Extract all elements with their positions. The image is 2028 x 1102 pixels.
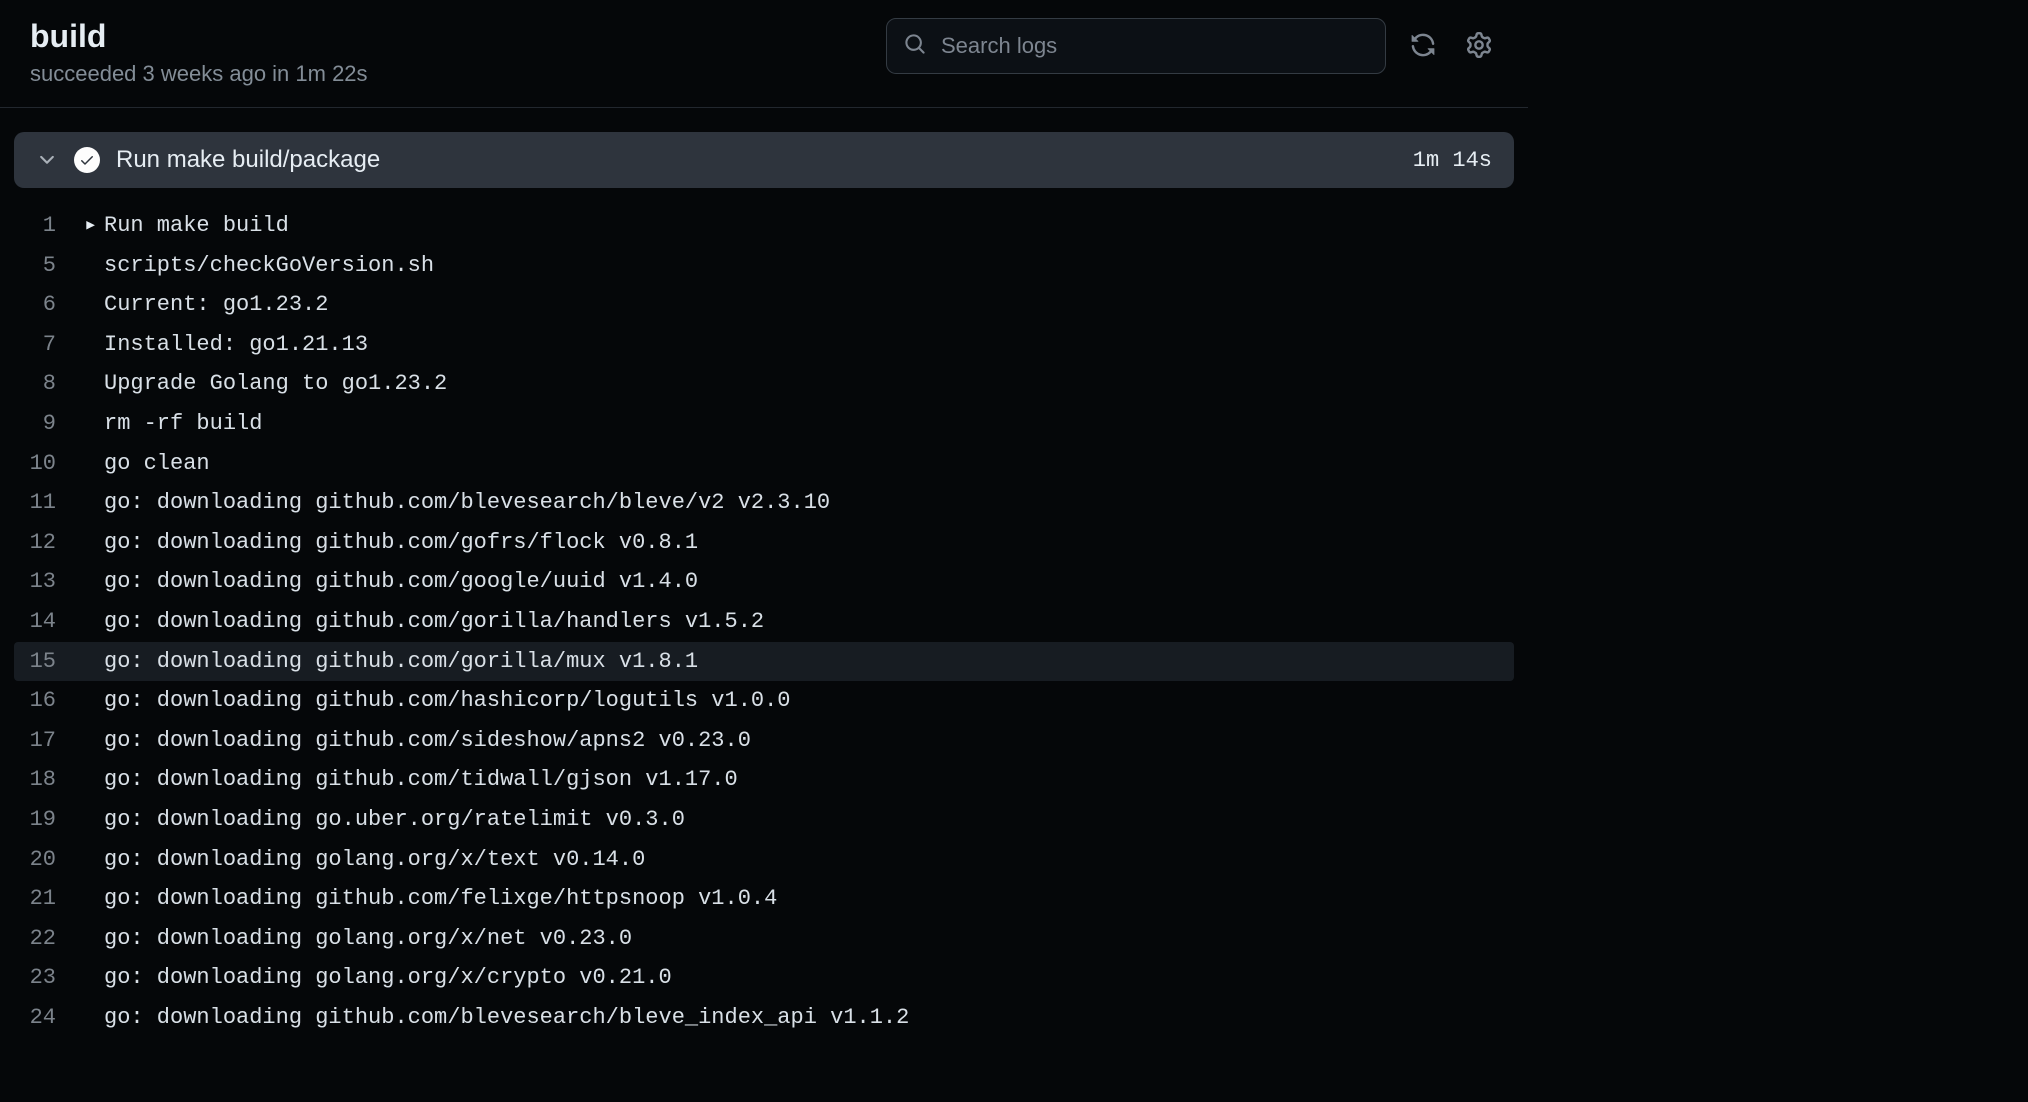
log-line[interactable]: 1▸Run make build (14, 206, 1514, 246)
page-subtitle: succeeded 3 weeks ago in 1m 22s (30, 61, 368, 87)
log-line[interactable]: 21 go: downloading github.com/felixge/htt… (14, 879, 1514, 919)
header-right (886, 18, 1498, 74)
page-title: build (30, 18, 368, 55)
log-line[interactable]: 8 Upgrade Golang to go1.23.2 (14, 364, 1514, 404)
line-number: 5 (14, 246, 84, 286)
log-text: go: downloading github.com/blevesearch/b… (104, 998, 909, 1038)
log-text: go: downloading github.com/felixge/https… (104, 879, 777, 919)
line-number: 6 (14, 285, 84, 325)
log-text: go: downloading github.com/gofrs/flock v… (104, 523, 698, 563)
log-text: go: downloading github.com/gorilla/handl… (104, 602, 764, 642)
line-number: 23 (14, 958, 84, 998)
header-left: build succeeded 3 weeks ago in 1m 22s (30, 18, 368, 87)
log-text: go: downloading golang.org/x/text v0.14.… (104, 840, 645, 880)
step-title: Run make build/package (116, 146, 1397, 174)
log-text: scripts/checkGoVersion.sh (104, 246, 434, 286)
search-input[interactable] (886, 18, 1386, 74)
chevron-down-icon (36, 149, 58, 171)
log-line[interactable]: 17 go: downloading github.com/sideshow/ap… (14, 721, 1514, 761)
line-number: 13 (14, 562, 84, 602)
line-number: 8 (14, 364, 84, 404)
log-text: go: downloading golang.org/x/net v0.23.0 (104, 919, 632, 959)
log-text: Current: go1.23.2 (104, 285, 328, 325)
step-header[interactable]: Run make build/package 1m 14s (14, 132, 1514, 188)
line-number: 24 (14, 998, 84, 1038)
log-line[interactable]: 16 go: downloading github.com/hashicorp/l… (14, 681, 1514, 721)
line-number: 16 (14, 681, 84, 721)
page-header: build succeeded 3 weeks ago in 1m 22s (0, 0, 1528, 108)
log-line[interactable]: 9 rm -rf build (14, 404, 1514, 444)
log-line[interactable]: 7 Installed: go1.21.13 (14, 325, 1514, 365)
log-line[interactable]: 15 go: downloading github.com/gorilla/mux… (14, 642, 1514, 682)
step-duration: 1m 14s (1413, 148, 1492, 173)
line-number: 12 (14, 523, 84, 563)
log-text: Run make build (104, 206, 289, 246)
log-line[interactable]: 24 go: downloading github.com/blevesearch… (14, 998, 1514, 1038)
log-line[interactable]: 10 go clean (14, 444, 1514, 484)
line-number: 17 (14, 721, 84, 761)
log-text: go: downloading github.com/hashicorp/log… (104, 681, 791, 721)
gear-icon (1466, 32, 1492, 61)
log-text: go: downloading github.com/tidwall/gjson… (104, 760, 738, 800)
settings-button[interactable] (1460, 26, 1498, 67)
log-output: 1▸Run make build5scripts/checkGoVersion.… (0, 198, 1528, 1057)
line-number: 1 (14, 206, 84, 246)
log-text: go: downloading github.com/sideshow/apns… (104, 721, 751, 761)
log-line[interactable]: 14 go: downloading github.com/gorilla/han… (14, 602, 1514, 642)
log-text: go: downloading golang.org/x/crypto v0.2… (104, 958, 672, 998)
log-text: go: downloading github.com/gorilla/mux v… (104, 642, 698, 682)
log-line[interactable]: 11 go: downloading github.com/blevesearch… (14, 483, 1514, 523)
log-line[interactable]: 12 go: downloading github.com/gofrs/flock… (14, 523, 1514, 563)
line-number: 22 (14, 919, 84, 959)
log-line[interactable]: 23 go: downloading golang.org/x/crypto v0… (14, 958, 1514, 998)
line-number: 20 (14, 840, 84, 880)
refresh-icon (1410, 32, 1436, 61)
line-number: 11 (14, 483, 84, 523)
line-number: 18 (14, 760, 84, 800)
expand-caret-icon[interactable]: ▸ (84, 206, 104, 246)
line-number: 10 (14, 444, 84, 484)
search-wrap (886, 18, 1386, 74)
log-line[interactable]: 6 Current: go1.23.2 (14, 285, 1514, 325)
check-circle-icon (74, 147, 100, 173)
refresh-button[interactable] (1404, 26, 1442, 67)
log-line[interactable]: 13 go: downloading github.com/google/uuid… (14, 562, 1514, 602)
log-line[interactable]: 18 go: downloading github.com/tidwall/gjs… (14, 760, 1514, 800)
line-number: 21 (14, 879, 84, 919)
line-number: 7 (14, 325, 84, 365)
log-line[interactable]: 22 go: downloading golang.org/x/net v0.23… (14, 919, 1514, 959)
log-text: go: downloading github.com/google/uuid v… (104, 562, 698, 602)
line-number: 9 (14, 404, 84, 444)
log-text: go clean (104, 444, 210, 484)
log-text: rm -rf build (104, 404, 262, 444)
log-text: go: downloading go.uber.org/ratelimit v0… (104, 800, 685, 840)
line-number: 14 (14, 602, 84, 642)
log-line[interactable]: 5 scripts/checkGoVersion.sh (14, 246, 1514, 286)
log-text: Installed: go1.21.13 (104, 325, 368, 365)
line-number: 19 (14, 800, 84, 840)
log-line[interactable]: 19 go: downloading go.uber.org/ratelimit … (14, 800, 1514, 840)
log-text: go: downloading github.com/blevesearch/b… (104, 483, 830, 523)
line-number: 15 (14, 642, 84, 682)
log-text: Upgrade Golang to go1.23.2 (104, 364, 447, 404)
log-line[interactable]: 20 go: downloading golang.org/x/text v0.1… (14, 840, 1514, 880)
